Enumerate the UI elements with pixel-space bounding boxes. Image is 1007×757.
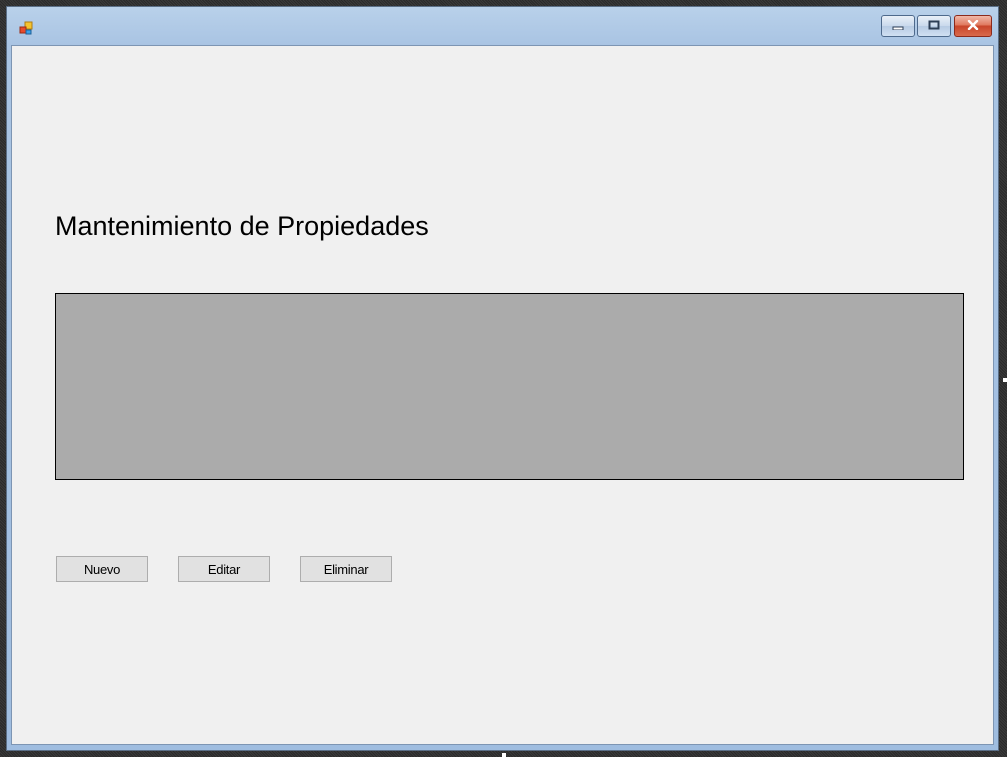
close-icon bbox=[967, 17, 979, 35]
form-client-area: Mantenimiento de Propiedades Nuevo Edita… bbox=[11, 45, 994, 745]
title-bar[interactable] bbox=[7, 7, 998, 45]
close-button[interactable] bbox=[954, 15, 992, 37]
resize-handle-right[interactable] bbox=[1003, 378, 1007, 382]
edit-button[interactable]: Editar bbox=[178, 556, 270, 582]
resize-handle-bottom[interactable] bbox=[502, 753, 506, 757]
form-window: Mantenimiento de Propiedades Nuevo Edita… bbox=[6, 6, 999, 751]
maximize-button[interactable] bbox=[917, 15, 951, 37]
page-title: Mantenimiento de Propiedades bbox=[55, 211, 429, 241]
caption-buttons bbox=[879, 15, 992, 37]
app-form-icon bbox=[19, 21, 33, 35]
properties-data-grid[interactable] bbox=[55, 293, 964, 480]
minimize-button[interactable] bbox=[881, 15, 915, 37]
maximize-icon bbox=[928, 17, 940, 35]
new-button[interactable]: Nuevo bbox=[56, 556, 148, 582]
minimize-icon bbox=[892, 17, 904, 35]
designer-frame: Mantenimiento de Propiedades Nuevo Edita… bbox=[0, 0, 1007, 757]
delete-button[interactable]: Eliminar bbox=[300, 556, 392, 582]
